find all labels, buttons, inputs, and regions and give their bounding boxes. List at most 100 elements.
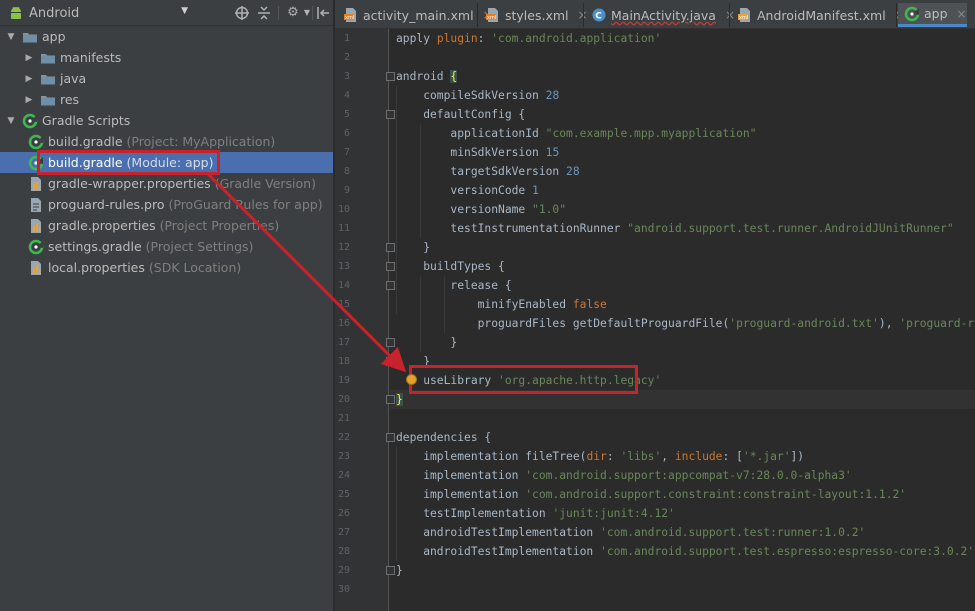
code-token: testImplementation [396, 507, 553, 520]
code-line[interactable]: apply plugin: 'com.android.application' [390, 29, 661, 48]
code-line[interactable]: defaultConfig { [390, 105, 525, 124]
tree-item[interactable]: ▼ Gradle Scripts [0, 110, 333, 131]
editor-tab[interactable]: xmlstyles.xml× [479, 3, 588, 27]
gradle-icon [28, 134, 44, 150]
tree-item[interactable]: build.gradle (Project: MyApplication) [0, 131, 333, 152]
code-line[interactable]: testImplementation 'junit:junit:4.12' [390, 504, 675, 523]
code-line[interactable] [390, 409, 396, 428]
close-icon[interactable]: × [957, 7, 967, 21]
code-line[interactable]: } [390, 333, 457, 352]
collapse-all-icon[interactable] [256, 5, 272, 21]
project-view-selector[interactable]: Android ▼ [8, 4, 192, 22]
code-line[interactable]: testInstrumentationRunner "android.suppo… [390, 219, 953, 238]
expanded-arrow-icon[interactable]: ▼ [6, 116, 16, 126]
project-view-label: Android [29, 5, 80, 21]
code-token: versionCode [396, 184, 533, 197]
code-token: versionName [396, 203, 533, 216]
line-number: 5 [343, 109, 350, 120]
code-token: plugin [436, 32, 478, 45]
code-token: : [606, 450, 621, 463]
code-line[interactable] [390, 580, 396, 599]
fold-marker-icon[interactable] [386, 243, 395, 252]
svg-text:C: C [595, 12, 602, 22]
fold-marker-icon[interactable] [386, 262, 395, 271]
project-panel-header: Android ▼ ⚙ ▼ [0, 0, 333, 26]
folder-icon [40, 71, 56, 87]
collapsed-arrow-icon[interactable]: ▶ [24, 95, 34, 105]
code-line[interactable]: dependencies { [390, 428, 491, 447]
code-token: 'com.android.support.test.espresso:espre… [600, 545, 975, 558]
tree-item[interactable]: settings.gradle (Project Settings) [0, 236, 333, 257]
gradle-icon [22, 113, 38, 129]
hide-panel-icon[interactable] [315, 5, 331, 21]
svg-text:xml: xml [345, 15, 354, 21]
code-token: } [396, 241, 431, 254]
tree-item[interactable]: ▶ manifests [0, 47, 333, 68]
tree-item[interactable]: gradle-wrapper.properties (Gradle Version… [0, 173, 333, 194]
collapsed-arrow-icon[interactable]: ▶ [24, 74, 34, 84]
code-line[interactable]: minSdkVersion 15 [390, 143, 559, 162]
fold-marker-icon[interactable] [386, 433, 395, 442]
code-token: androidTestImplementation [396, 526, 601, 539]
intention-bulb-icon[interactable] [406, 374, 417, 385]
tree-item[interactable]: gradle.properties (Project Properties) [0, 215, 333, 236]
line-number: 16 [337, 318, 350, 329]
code-line[interactable]: minifyEnabled false [390, 295, 607, 314]
editor-tab[interactable]: xmlactivity_main.xml× [337, 3, 493, 27]
tree-item[interactable]: ▶ java [0, 68, 333, 89]
code-token: } [396, 393, 403, 406]
fold-marker-icon[interactable] [386, 566, 395, 575]
code-line[interactable]: buildTypes { [390, 257, 505, 276]
code-line[interactable]: android { [390, 67, 458, 86]
tree-item-hint: (ProGuard Rules for app) [168, 197, 323, 212]
manifest-icon: xml [737, 7, 753, 23]
tree-item[interactable]: ▼ app [0, 26, 333, 47]
code-token: testInstrumentationRunner [396, 222, 628, 235]
fold-marker-icon[interactable] [386, 395, 395, 404]
code-token: minSdkVersion [396, 146, 546, 159]
editor-tab[interactable]: C MainActivity.java × [585, 3, 735, 27]
fold-marker-icon[interactable] [386, 110, 395, 119]
code-line[interactable]: versionCode 1 [390, 181, 538, 200]
code-token: targetSdkVersion [396, 165, 567, 178]
code-line[interactable]: versionName "1.0" [390, 200, 566, 219]
xml-values-icon: xml [485, 7, 501, 23]
code-line[interactable] [390, 48, 396, 67]
gradle-icon [904, 6, 920, 22]
code-line[interactable]: targetSdkVersion 28 [390, 162, 580, 181]
tree-item[interactable]: proguard-rules.pro (ProGuard Rules for ap… [0, 194, 333, 215]
expanded-arrow-icon[interactable]: ▼ [6, 32, 16, 42]
tree-item-label: Gradle Scripts [42, 113, 131, 128]
code-line[interactable]: implementation fileTree(dir: 'libs', inc… [390, 447, 804, 466]
code-line[interactable]: implementation 'com.android.support.cons… [390, 485, 906, 504]
line-number: 29 [337, 565, 350, 576]
code-token: : [477, 32, 492, 45]
editor-tab[interactable]: app × [898, 3, 967, 27]
code-token: release { [396, 279, 512, 292]
fold-marker-icon[interactable] [386, 281, 395, 290]
tree-item[interactable]: local.properties (SDK Location) [0, 257, 333, 278]
code-token: implementation [396, 488, 526, 501]
code-editor[interactable]: apply plugin: 'com.android.application' a… [390, 29, 975, 611]
fold-marker-icon[interactable] [386, 338, 395, 347]
locate-icon[interactable] [234, 5, 250, 21]
code-line[interactable]: compileSdkVersion 28 [390, 86, 559, 105]
tree-item[interactable]: ▶ res [0, 89, 333, 110]
editor-tab[interactable]: xmlAndroidManifest.xml× [731, 3, 905, 27]
fold-marker-icon[interactable] [386, 357, 395, 366]
annotation-box-build-gradle [37, 150, 220, 175]
collapsed-arrow-icon[interactable]: ▶ [24, 53, 34, 63]
tree-item-hint: (Project Properties) [159, 218, 280, 233]
line-number: 4 [343, 90, 350, 101]
code-line[interactable]: release { [390, 276, 512, 295]
fold-marker-icon[interactable] [386, 72, 395, 81]
code-token: proguardFiles getDefaultProguardFile( [396, 317, 730, 330]
properties-icon [28, 218, 44, 234]
code-line[interactable]: proguardFiles getDefaultProguardFile('pr… [390, 314, 975, 333]
code-line[interactable]: implementation 'com.android.support:appc… [390, 466, 852, 485]
code-line[interactable]: applicationId "com.example.mpp.myapplica… [390, 124, 756, 143]
code-token: 28 [566, 165, 580, 178]
code-line[interactable]: androidTestImplementation 'com.android.s… [390, 523, 865, 542]
folder-icon [40, 92, 56, 108]
code-line[interactable]: androidTestImplementation 'com.android.s… [390, 542, 974, 561]
